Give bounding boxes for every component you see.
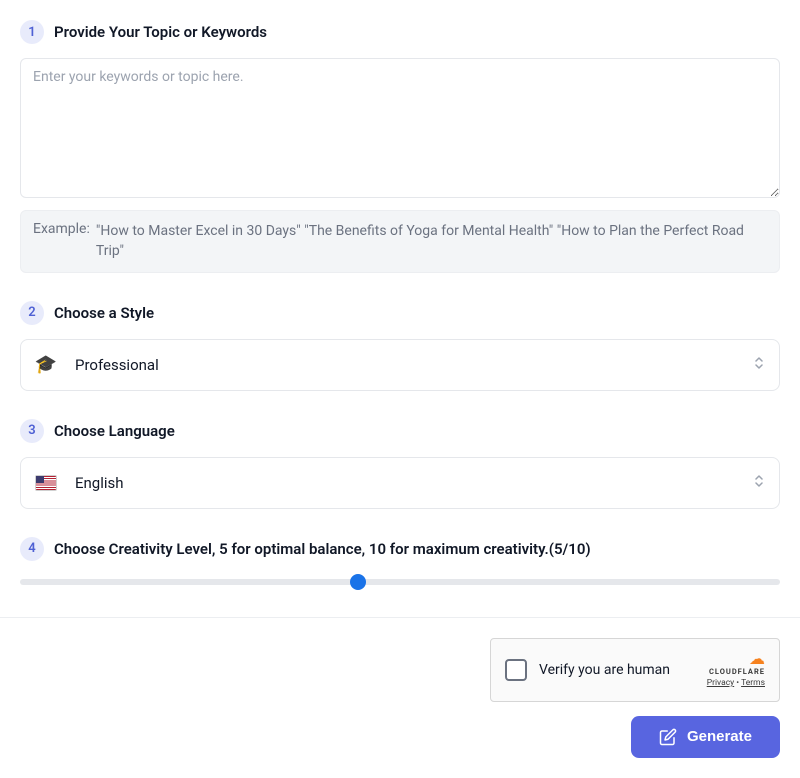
captcha-row: Verify you are human ☁ CLOUDFLARE Privac… (20, 638, 780, 702)
section-header: 4 Choose Creativity Level, 5 for optimal… (20, 537, 780, 561)
captcha-links: Privacy • Terms (707, 678, 765, 688)
cloud-icon: ☁ (749, 651, 765, 667)
step-badge-4: 4 (20, 537, 44, 561)
generate-label: Generate (687, 728, 752, 745)
generate-button[interactable]: Generate (631, 716, 780, 758)
style-selected-label: Professional (75, 356, 159, 374)
terms-link[interactable]: Terms (741, 678, 765, 688)
example-label: Example: (33, 221, 90, 237)
captcha-text: Verify you are human (539, 662, 695, 678)
step-badge-1: 1 (20, 20, 44, 44)
section-topic: 1 Provide Your Topic or Keywords Example… (20, 20, 780, 273)
cloudflare-captcha: Verify you are human ☁ CLOUDFLARE Privac… (490, 638, 780, 702)
language-select[interactable]: English (20, 457, 780, 509)
slider-track (20, 579, 780, 585)
topic-input[interactable] (20, 58, 780, 198)
divider (0, 617, 800, 618)
captcha-brand: ☁ CLOUDFLARE Privacy • Terms (707, 651, 765, 688)
section-style: 2 Choose a Style 🎓 Professional (20, 301, 780, 391)
section-header: 3 Choose Language (20, 419, 780, 443)
chevron-updown-icon (753, 355, 765, 375)
chevron-updown-icon (753, 473, 765, 493)
section-language: 3 Choose Language English (20, 419, 780, 509)
section-creativity: 4 Choose Creativity Level, 5 for optimal… (20, 537, 780, 589)
us-flag-icon (35, 472, 57, 494)
step-3-title: Choose Language (54, 422, 175, 440)
step-badge-2: 2 (20, 301, 44, 325)
privacy-link[interactable]: Privacy (707, 678, 734, 688)
cloudflare-logo: ☁ CLOUDFLARE (709, 651, 765, 676)
section-header: 2 Choose a Style (20, 301, 780, 325)
graduation-cap-icon: 🎓 (35, 354, 57, 376)
cloudflare-wordmark: CLOUDFLARE (709, 667, 765, 676)
language-selected-label: English (75, 474, 124, 492)
section-header: 1 Provide Your Topic or Keywords (20, 20, 780, 44)
example-row: Example: "How to Master Excel in 30 Days… (20, 210, 780, 273)
example-text: "How to Master Excel in 30 Days" "The Be… (96, 221, 767, 262)
slider-thumb[interactable] (350, 574, 366, 590)
step-badge-3: 3 (20, 419, 44, 443)
captcha-checkbox[interactable] (505, 659, 527, 681)
step-1-title: Provide Your Topic or Keywords (54, 23, 267, 41)
generate-row: Generate (20, 702, 780, 758)
creativity-slider[interactable] (20, 575, 780, 589)
edit-icon (659, 728, 677, 746)
step-4-title: Choose Creativity Level, 5 for optimal b… (54, 540, 591, 558)
step-2-title: Choose a Style (54, 304, 154, 322)
style-select[interactable]: 🎓 Professional (20, 339, 780, 391)
